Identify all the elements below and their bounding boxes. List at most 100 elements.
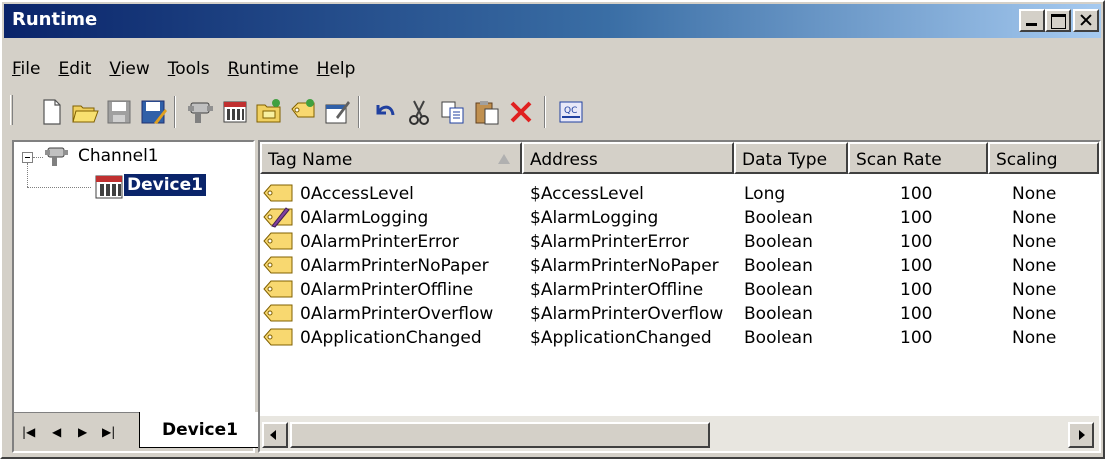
cell-address: $AlarmPrinterOffline: [530, 280, 704, 300]
table-row[interactable]: 0AlarmLogging $AlarmLogging Boolean 100 None: [260, 206, 1099, 230]
cut-icon[interactable]: [404, 97, 434, 127]
svg-text:QC: QC: [564, 106, 577, 116]
cell-name: 0AlarmLogging: [300, 208, 429, 228]
cell-scan: 100: [900, 184, 933, 204]
tree-connector: [33, 157, 43, 158]
paste-icon[interactable]: [472, 97, 502, 127]
cell-scan: 100: [900, 232, 933, 252]
minimize-button[interactable]: [1019, 9, 1045, 32]
cell-address: $AlarmPrinterOverflow: [530, 304, 724, 324]
collapse-toggle[interactable]: [22, 152, 33, 163]
cell-type: Boolean: [744, 208, 813, 228]
cell-scaling: None: [1012, 256, 1057, 276]
close-button[interactable]: [1073, 9, 1099, 32]
toolbar: QC: [8, 91, 1098, 133]
table-row[interactable]: 0AlarmPrinterError $AlarmPrinterError Bool…: [260, 230, 1099, 254]
cell-scan: 100: [900, 328, 933, 348]
menu-help[interactable]: Help: [317, 59, 356, 79]
cell-name: 0ApplicationChanged: [300, 328, 482, 348]
table-row[interactable]: 0AlarmPrinterNoPaper $AlarmPrinterNoPaper…: [260, 254, 1099, 278]
menu-edit[interactable]: Edit: [58, 59, 91, 79]
quick-client-icon[interactable]: QC: [556, 97, 586, 127]
copy-icon[interactable]: [438, 97, 468, 127]
properties-icon[interactable]: [322, 97, 352, 127]
undo-icon[interactable]: [370, 97, 400, 127]
toolbar-separator: [358, 96, 360, 128]
title-bar[interactable]: Runtime: [4, 4, 1101, 38]
cell-name: 0AlarmPrinterNoPaper: [300, 256, 489, 276]
cell-type: Long: [744, 184, 786, 204]
device-icon: [95, 175, 123, 199]
tree-connector: [27, 163, 28, 187]
cell-scan: 100: [900, 208, 933, 228]
cell-name: 0AlarmPrinterOffline: [300, 280, 474, 300]
tab-device[interactable]: Device1: [139, 412, 259, 448]
column-header-address[interactable]: Address: [522, 142, 734, 174]
scroll-right-button[interactable]: [1068, 422, 1094, 448]
cell-type: Boolean: [744, 304, 813, 324]
cell-scaling: None: [1012, 280, 1057, 300]
tree-item-channel[interactable]: Channel1: [78, 146, 159, 166]
menu-view[interactable]: View: [109, 59, 149, 79]
new-icon[interactable]: [36, 97, 66, 127]
table-row[interactable]: 0ApplicationChanged $ApplicationChanged Bo…: [260, 326, 1099, 350]
menu-file[interactable]: File: [12, 59, 40, 79]
cell-address: $AccessLevel: [530, 184, 644, 204]
cell-scaling: None: [1012, 232, 1057, 252]
new-channel-icon[interactable]: [186, 97, 216, 127]
toolbar-grip[interactable]: [10, 95, 13, 125]
last-tab-button[interactable]: ▶|: [102, 425, 115, 439]
column-header-data-type[interactable]: Data Type: [734, 142, 848, 174]
tab-strip: |◀ ◀ ▶ ▶| Device1: [14, 412, 259, 451]
new-tag-group-icon[interactable]: [254, 97, 284, 127]
cell-address: $ApplicationChanged: [530, 328, 712, 348]
tree-connector: [27, 187, 91, 188]
cell-scan: 100: [900, 304, 933, 324]
table-row[interactable]: 0AlarmPrinterOffline $AlarmPrinterOffline…: [260, 278, 1099, 302]
column-header-scaling[interactable]: Scaling: [988, 142, 1099, 174]
new-device-icon[interactable]: [220, 97, 250, 127]
table-row[interactable]: 0AccessLevel $AccessLevel Long 100 None: [260, 182, 1099, 206]
cell-scan: 100: [900, 256, 933, 276]
cell-type: Boolean: [744, 232, 813, 252]
menu-bar: File Edit View Tools Runtime Help: [12, 59, 373, 79]
menu-tools[interactable]: Tools: [168, 59, 210, 79]
first-tab-button[interactable]: |◀: [22, 425, 35, 439]
toolbar-separator: [174, 96, 176, 128]
channel-icon: [45, 147, 68, 166]
runtime-window: Runtime File Edit View Tools Runtime Hel…: [0, 0, 1105, 459]
table-row[interactable]: 0AlarmPrinterOverflow $AlarmPrinterOverfl…: [260, 302, 1099, 326]
cell-name: 0AlarmPrinterOverflow: [300, 304, 494, 324]
menu-runtime[interactable]: Runtime: [228, 59, 299, 79]
column-header-scan-rate[interactable]: Scan Rate: [848, 142, 988, 174]
new-tag-icon[interactable]: [288, 97, 318, 127]
cell-scan: 100: [900, 280, 933, 300]
cell-scaling: None: [1012, 208, 1057, 228]
maximize-button[interactable]: [1045, 9, 1071, 32]
toolbar-separator: [544, 96, 546, 128]
horizontal-scrollbar[interactable]: [260, 416, 1099, 451]
cell-name: 0AlarmPrinterError: [300, 232, 459, 252]
cell-scaling: None: [1012, 184, 1057, 204]
tag-list-panel[interactable]: Tag Name Address Data Type Scan Rate Sca…: [258, 140, 1101, 453]
cell-type: Boolean: [744, 328, 813, 348]
delete-icon[interactable]: [506, 97, 536, 127]
next-tab-button[interactable]: ▶: [78, 425, 87, 439]
prev-tab-button[interactable]: ◀: [52, 425, 61, 439]
scroll-left-button[interactable]: [262, 422, 288, 448]
tree-item-device[interactable]: Device1: [124, 174, 206, 196]
sort-ascending-icon: [498, 154, 510, 164]
cell-type: Boolean: [744, 256, 813, 276]
scroll-thumb[interactable]: [290, 422, 710, 448]
column-header-tag-name[interactable]: Tag Name: [260, 142, 522, 174]
save-icon[interactable]: [104, 97, 134, 127]
open-icon[interactable]: [70, 97, 100, 127]
save-as-icon[interactable]: [138, 97, 168, 127]
cell-type: Boolean: [744, 280, 813, 300]
list-header: Tag Name Address Data Type Scan Rate Sca…: [260, 142, 1099, 174]
window-title: Runtime: [12, 9, 98, 30]
cell-scaling: None: [1012, 304, 1057, 324]
cell-scaling: None: [1012, 328, 1057, 348]
cell-address: $AlarmLogging: [530, 208, 659, 228]
project-tree-panel[interactable]: Channel1 Device1 |◀ ◀ ▶ ▶| Device1: [12, 140, 259, 453]
